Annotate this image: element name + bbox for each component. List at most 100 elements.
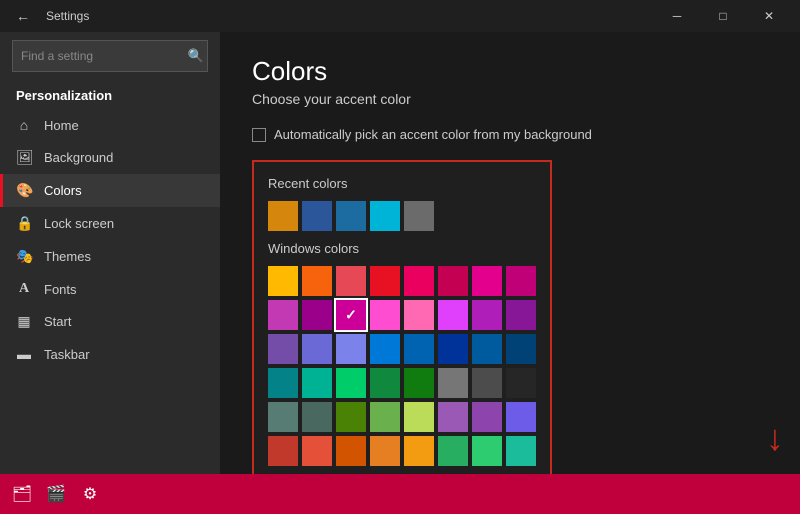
windows-color-swatch[interactable]: [472, 436, 502, 466]
fonts-icon: A: [16, 281, 32, 297]
colors-icon: 🎨: [16, 182, 32, 199]
windows-color-swatch[interactable]: [370, 300, 400, 330]
windows-color-swatch[interactable]: [438, 266, 468, 296]
auto-pick-row: Automatically pick an accent color from …: [252, 127, 768, 142]
windows-color-swatch[interactable]: [404, 436, 434, 466]
windows-color-swatch[interactable]: [404, 266, 434, 296]
windows-color-swatch[interactable]: [472, 368, 502, 398]
main-content: Colors Choose your accent color Automati…: [220, 32, 800, 474]
windows-color-swatch[interactable]: [506, 334, 536, 364]
windows-color-swatch[interactable]: [438, 334, 468, 364]
windows-color-swatch[interactable]: [472, 334, 502, 364]
sidebar-item-taskbar[interactable]: ▬ Taskbar: [0, 338, 220, 370]
sidebar-item-start[interactable]: ▦ Start: [0, 305, 220, 338]
sidebar-item-lock-screen[interactable]: 🔒 Lock screen: [0, 207, 220, 240]
taskbar-media-icon[interactable]: 🎬: [42, 480, 70, 508]
windows-color-swatch[interactable]: [336, 368, 366, 398]
windows-color-swatch[interactable]: [268, 402, 298, 432]
sidebar-section-title: Personalization: [0, 80, 220, 109]
windows-color-swatch[interactable]: [370, 436, 400, 466]
windows-color-swatch[interactable]: [268, 300, 298, 330]
sidebar-item-lock-label: Lock screen: [44, 216, 114, 231]
start-icon: ▦: [16, 313, 32, 330]
windows-color-swatch[interactable]: [404, 368, 434, 398]
windows-color-swatch[interactable]: [404, 300, 434, 330]
maximize-button[interactable]: □: [700, 0, 746, 32]
windows-color-swatch[interactable]: [506, 300, 536, 330]
windows-color-swatch[interactable]: [438, 368, 468, 398]
windows-color-swatch[interactable]: [438, 300, 468, 330]
windows-color-row: [268, 266, 536, 296]
recent-color-swatch[interactable]: [404, 201, 434, 231]
windows-color-swatch[interactable]: [268, 334, 298, 364]
page-title: Colors: [252, 56, 768, 87]
windows-color-swatch[interactable]: [268, 368, 298, 398]
sidebar-item-start-label: Start: [44, 314, 71, 329]
windows-color-swatch[interactable]: [438, 402, 468, 432]
title-bar-left: ← Settings: [8, 4, 89, 28]
sidebar-item-themes[interactable]: 🎭 Themes: [0, 240, 220, 273]
windows-color-swatch[interactable]: [336, 334, 366, 364]
windows-color-swatch[interactable]: [302, 300, 332, 330]
recent-color-swatch[interactable]: [336, 201, 366, 231]
windows-color-swatch[interactable]: [370, 334, 400, 364]
windows-colors-grid: [268, 266, 536, 466]
back-button[interactable]: ←: [8, 4, 38, 28]
windows-color-swatch[interactable]: [472, 266, 502, 296]
recent-color-swatch[interactable]: [302, 201, 332, 231]
sidebar-item-background[interactable]: 🖼 Background: [0, 141, 220, 174]
windows-color-swatch[interactable]: [404, 402, 434, 432]
recent-color-swatch[interactable]: [268, 201, 298, 231]
windows-color-swatch[interactable]: [302, 266, 332, 296]
windows-color-swatch[interactable]: [336, 300, 366, 330]
windows-colors-label: Windows colors: [268, 241, 536, 256]
background-icon: 🖼: [16, 149, 32, 166]
minimize-button[interactable]: ─: [654, 0, 700, 32]
taskbar-settings-icon[interactable]: ⚙: [76, 480, 104, 508]
windows-color-swatch[interactable]: [302, 436, 332, 466]
windows-color-swatch[interactable]: [506, 266, 536, 296]
windows-color-swatch[interactable]: [370, 402, 400, 432]
windows-color-swatch[interactable]: [336, 436, 366, 466]
search-container: 🔍: [12, 40, 208, 72]
windows-color-swatch[interactable]: [506, 368, 536, 398]
taskbar-icon-sidebar: ▬: [16, 346, 32, 362]
recent-colors-row: [268, 201, 536, 231]
sidebar-item-themes-label: Themes: [44, 249, 91, 264]
windows-color-row: [268, 402, 536, 432]
windows-color-swatch[interactable]: [472, 300, 502, 330]
windows-color-swatch[interactable]: [268, 266, 298, 296]
title-bar: ← Settings ─ □ ✕: [0, 0, 800, 32]
sidebar: 🔍 Personalization ⌂ Home 🖼 Background 🎨 …: [0, 32, 220, 474]
windows-color-swatch[interactable]: [268, 436, 298, 466]
sidebar-item-home[interactable]: ⌂ Home: [0, 109, 220, 141]
windows-color-swatch[interactable]: [302, 402, 332, 432]
search-icon-button[interactable]: 🔍: [188, 48, 204, 64]
windows-color-row: [268, 334, 536, 364]
recent-colors-label: Recent colors: [268, 176, 536, 191]
windows-color-swatch[interactable]: [404, 334, 434, 364]
taskbar-folder-icon[interactable]: 🗂: [8, 480, 36, 508]
windows-color-swatch[interactable]: [302, 368, 332, 398]
windows-color-swatch[interactable]: [506, 402, 536, 432]
recent-color-swatch[interactable]: [370, 201, 400, 231]
windows-color-swatch[interactable]: [506, 436, 536, 466]
windows-color-swatch[interactable]: [336, 266, 366, 296]
sidebar-item-home-label: Home: [44, 118, 79, 133]
close-button[interactable]: ✕: [746, 0, 792, 32]
windows-color-swatch[interactable]: [370, 368, 400, 398]
windows-color-swatch[interactable]: [438, 436, 468, 466]
sidebar-item-colors-label: Colors: [44, 183, 82, 198]
scroll-arrow-indicator: ↓: [766, 417, 784, 459]
windows-color-swatch[interactable]: [302, 334, 332, 364]
sidebar-item-colors[interactable]: 🎨 Colors: [0, 174, 220, 207]
app-container: 🔍 Personalization ⌂ Home 🖼 Background 🎨 …: [0, 32, 800, 474]
windows-color-swatch[interactable]: [472, 402, 502, 432]
color-panel: Recent colors Windows colors: [252, 160, 552, 474]
windows-color-swatch[interactable]: [336, 402, 366, 432]
sidebar-item-fonts[interactable]: A Fonts: [0, 273, 220, 305]
windows-color-swatch[interactable]: [370, 266, 400, 296]
search-input[interactable]: [12, 40, 208, 72]
title-bar-controls: ─ □ ✕: [654, 0, 792, 32]
auto-pick-checkbox[interactable]: [252, 128, 266, 142]
